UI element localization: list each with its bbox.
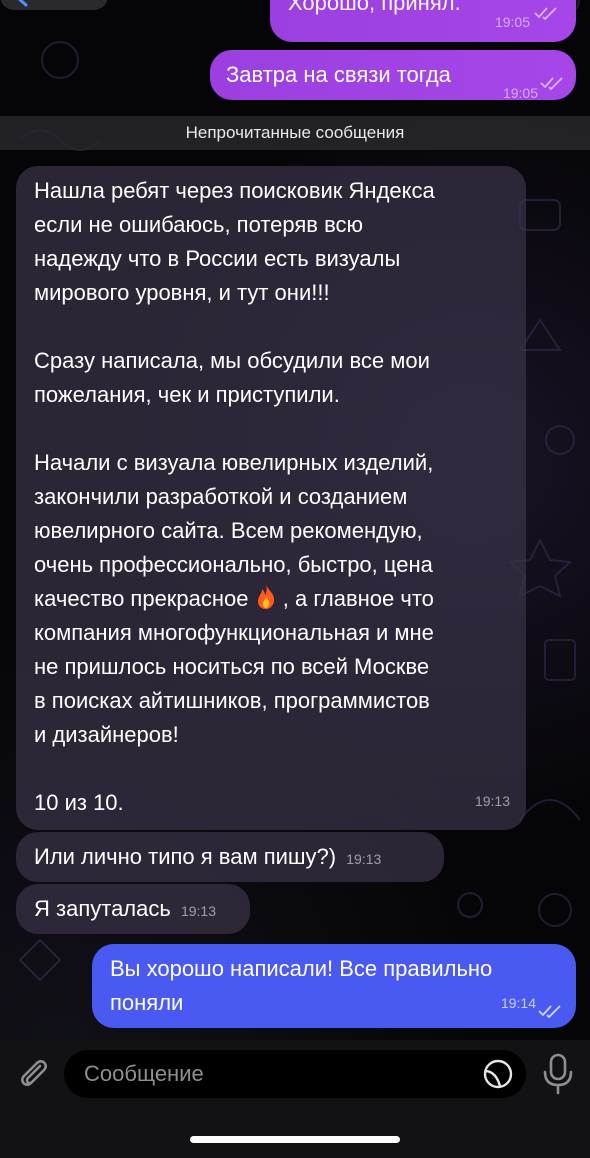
message-line: и дизайнеров! (34, 722, 179, 747)
message-text: Завтра на связи тогда (226, 62, 451, 87)
message-line: очень профессионально, быстро, цена (34, 552, 433, 577)
double-check-icon (540, 77, 563, 90)
incoming-message[interactable]: Или лично типо я вам пишу?) 19:13 (16, 832, 444, 882)
message-line: ювелирного сайта. Всем рекомендую, (34, 518, 423, 543)
message-line: не пришлось носиться по всей Москве (34, 654, 430, 679)
outgoing-message[interactable]: Хорошо, принял. 19:05 (270, 0, 576, 42)
double-check-icon (538, 1005, 561, 1018)
message-line: закончили разработкой и созданием (34, 484, 408, 509)
message-time: 19:13 (474, 793, 510, 809)
message-line: Нашла ребят через поисковик Яндекса (34, 178, 435, 203)
message-time: 19:05 (502, 85, 538, 101)
message-text: Хорошо, принял. (288, 0, 461, 15)
outgoing-message[interactable]: Завтра на связи тогда 19:05 (210, 50, 576, 101)
message-line: в поисках айтишников, программистов (34, 688, 430, 713)
message-line: Вы хорошо написали! Все правильно (110, 956, 493, 981)
message-line: Начали с визуала ювелирных изделий, (34, 450, 434, 475)
double-check-icon (534, 7, 557, 20)
message-time: 19:14 (500, 995, 536, 1011)
message-time: 19:13 (180, 903, 217, 919)
message-input[interactable] (64, 1050, 526, 1098)
outgoing-message[interactable]: Вы хорошо написали! Все правильно поняли… (92, 944, 576, 1028)
unread-messages-banner: Непрочитанные сообщения (0, 116, 590, 150)
incoming-message[interactable]: Я запуталась 19:13 (16, 884, 250, 934)
incoming-message[interactable]: Нашла ребят через поисковик Яндекса если… (16, 166, 526, 830)
message-line: надежду что в России есть визуалы (34, 246, 401, 271)
home-indicator[interactable] (190, 1136, 400, 1143)
message-line: поняли (110, 990, 184, 1015)
message-line: пожелания, чек и приступили. (34, 382, 340, 407)
message-time: 19:13 (346, 851, 382, 867)
message-line: Сразу написала, мы обсудили все мои (34, 348, 430, 373)
message-time: 19:05 (494, 14, 530, 30)
microphone-icon[interactable] (540, 1052, 576, 1096)
message-text: Я запуталась (34, 896, 171, 921)
message-line: качество прекрасное , а главное что (34, 582, 508, 616)
message-line: компания многофункциональная и мне (34, 620, 434, 645)
fire-emoji (257, 585, 274, 609)
message-text: Или лично типо я вам пишу?) (34, 844, 337, 869)
message-line: если не ошибаюсь, потеряв всю (34, 212, 364, 237)
message-fragment: качество прекрасное (34, 586, 255, 611)
message-line: 10 из 10. (34, 790, 124, 815)
message-line: мирового уровня, и тут они!!! (34, 280, 330, 305)
paperclip-icon[interactable] (14, 1054, 54, 1094)
message-fragment: , а главное что (276, 586, 434, 611)
sticker-icon[interactable] (482, 1058, 514, 1090)
